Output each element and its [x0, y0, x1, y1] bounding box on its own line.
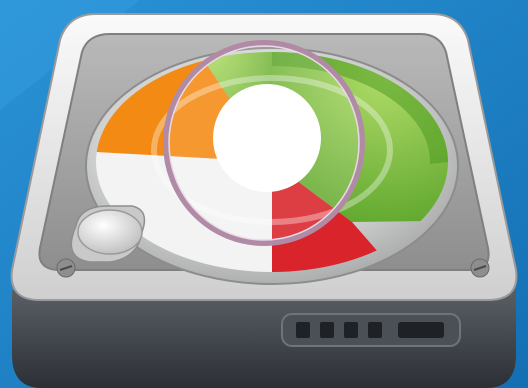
app-icon [0, 0, 528, 388]
screw-icon [470, 258, 490, 278]
hard-drive-icon [0, 0, 528, 388]
screw-icon [56, 258, 76, 278]
read-arm-knob [77, 209, 143, 255]
platter-spindle [213, 84, 321, 192]
drive-connector [281, 313, 461, 347]
